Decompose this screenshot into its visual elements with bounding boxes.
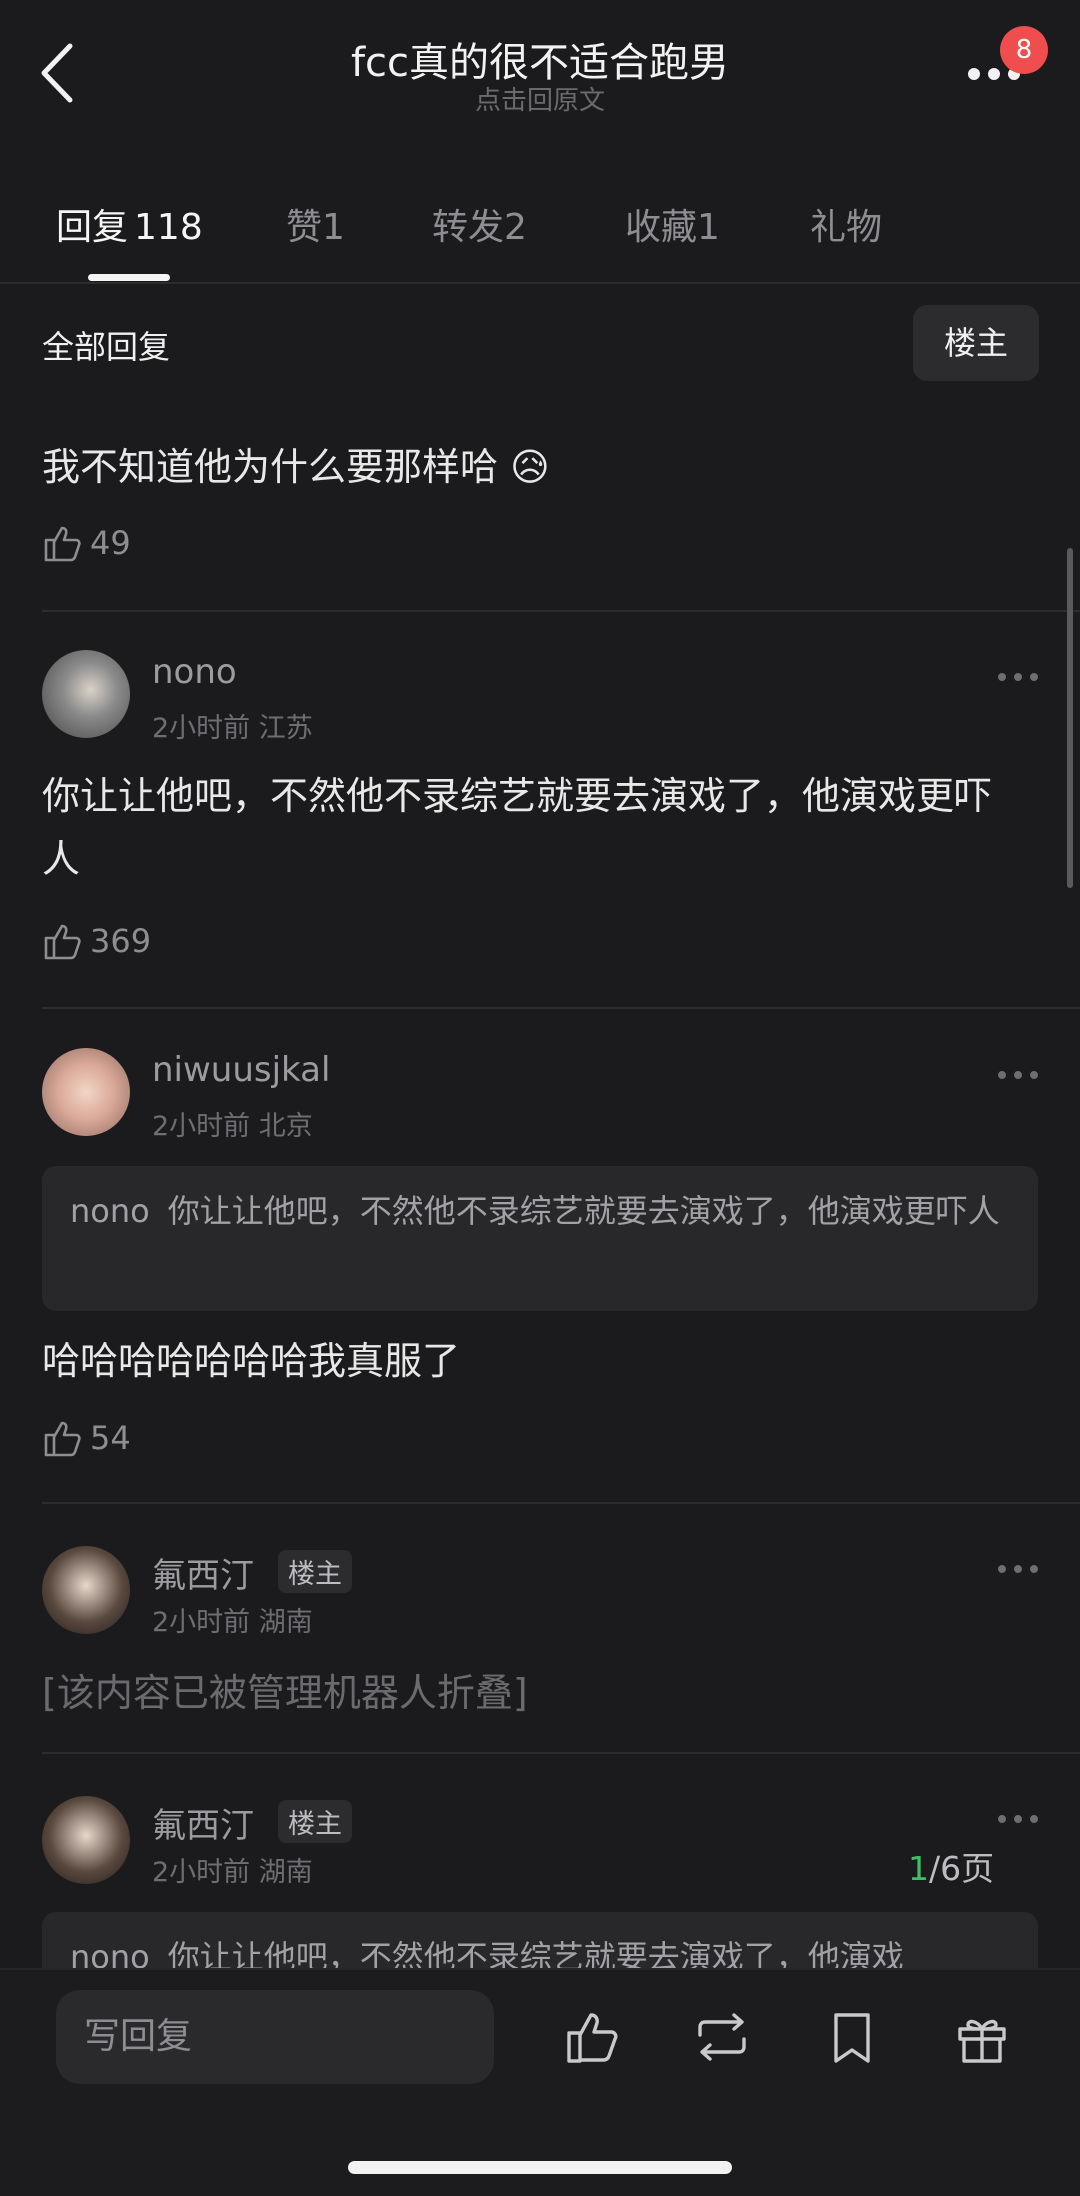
username[interactable]: 氟西汀	[152, 1798, 254, 1847]
thumbs-up-icon	[44, 924, 81, 960]
like-count: 49	[90, 524, 131, 562]
like-button[interactable]	[42, 522, 84, 568]
thumbs-up-icon	[44, 1421, 81, 1457]
divider	[0, 282, 1080, 284]
comment-text: 我不知道他为什么要那样哈	[42, 445, 499, 489]
more-dots-icon	[998, 1565, 1038, 1573]
all-replies-label: 全部回复	[42, 328, 171, 366]
tab-indicator	[88, 274, 170, 281]
quoted-username: nono	[70, 1192, 150, 1230]
comment-more-button[interactable]	[996, 668, 1040, 681]
username[interactable]: niwuusjkal	[152, 1050, 330, 1090]
tab-label: 回复	[56, 207, 129, 248]
divider	[42, 610, 1080, 612]
tab-reposts[interactable]: 转发2	[432, 198, 527, 250]
like-button[interactable]	[42, 1417, 84, 1463]
comment-meta: 2小时前 湖南	[152, 1607, 313, 1638]
favorite-button[interactable]	[822, 2007, 882, 2067]
notification-badge: 8	[1000, 26, 1048, 74]
like-count: 54	[90, 1419, 131, 1457]
tab-favorites[interactable]: 收藏1	[625, 198, 720, 250]
comment-content: 我不知道他为什么要那样哈 😥	[42, 436, 550, 499]
quoted-text: 你让让他吧，不然他不录综艺就要去演戏了，他演戏更吓人	[167, 1192, 1000, 1230]
avatar[interactable]	[42, 650, 130, 738]
sad-face-icon: 😥	[510, 445, 550, 489]
tab-label: 礼物	[810, 207, 883, 248]
home-indicator	[348, 2161, 732, 2174]
avatar[interactable]	[42, 1048, 130, 1136]
more-dots-icon	[998, 1071, 1038, 1079]
op-only-button[interactable]: 楼主	[913, 305, 1039, 381]
comment-content: 你让让他吧，不然他不录综艺就要去演戏了，他演戏更吓人	[42, 774, 993, 881]
current-page: 1	[908, 1849, 929, 1888]
top-bar: fcc真的很不适合跑男 点击回原文 8	[0, 0, 1080, 130]
tab-label: 收藏	[625, 207, 698, 248]
divider	[42, 1752, 1080, 1754]
avatar[interactable]	[42, 1546, 130, 1634]
like-post-button[interactable]	[563, 2007, 623, 2067]
divider	[42, 1007, 1080, 1009]
total-pages: /6页	[929, 1849, 995, 1888]
op-tag: 楼主	[278, 1550, 352, 1593]
back-to-original-link[interactable]: 点击回原文	[0, 80, 1080, 117]
divider	[42, 1502, 1080, 1504]
username[interactable]: nono	[152, 652, 237, 692]
comment-more-button[interactable]	[996, 1066, 1040, 1079]
scrollbar[interactable]	[1067, 548, 1073, 888]
comment-meta: 2小时前 湖南	[152, 1857, 313, 1888]
more-dots-icon	[998, 673, 1038, 681]
tab-gifts[interactable]: 礼物	[810, 198, 882, 250]
folded-content: [该内容已被管理机器人折叠]	[42, 1671, 528, 1715]
tab-count: 118	[134, 207, 203, 248]
tab-label: 转发	[432, 207, 505, 248]
tab-replies[interactable]: 回复 118	[56, 198, 203, 250]
op-tag: 楼主	[278, 1800, 352, 1843]
username[interactable]: 氟西汀	[152, 1548, 254, 1597]
gift-icon	[958, 2019, 1006, 2063]
tab-label: 赞	[286, 207, 323, 248]
comment-more-button[interactable]	[996, 1810, 1040, 1823]
comment-meta: 2小时前 江苏	[152, 713, 313, 744]
reply-input[interactable]: 写回复	[56, 1990, 494, 2084]
page-indicator[interactable]: 1/6页	[908, 1842, 994, 1890]
comment-content: 哈哈哈哈哈哈哈我真服了	[42, 1339, 461, 1383]
avatar[interactable]	[42, 1796, 130, 1884]
thumbs-up-icon	[567, 2013, 618, 2063]
more-dots-icon	[998, 1815, 1038, 1823]
comment-more-button[interactable]	[996, 1560, 1040, 1573]
thumbs-up-icon	[44, 526, 81, 562]
gift-button[interactable]	[952, 2007, 1012, 2067]
tab-count: 1	[697, 207, 720, 248]
like-button[interactable]	[42, 920, 84, 966]
tab-count: 2	[504, 207, 527, 248]
tab-likes[interactable]: 赞1	[286, 198, 345, 250]
like-count: 369	[90, 922, 152, 960]
comment-meta: 2小时前 北京	[152, 1111, 313, 1142]
repost-icon	[698, 2013, 746, 2061]
tab-count: 1	[322, 207, 345, 248]
repost-button[interactable]	[692, 2007, 752, 2067]
bookmark-icon	[834, 2013, 870, 2063]
quoted-reply[interactable]: nono 你让让他吧，不然他不录综艺就要去演戏了，他演戏更吓人	[42, 1166, 1038, 1311]
